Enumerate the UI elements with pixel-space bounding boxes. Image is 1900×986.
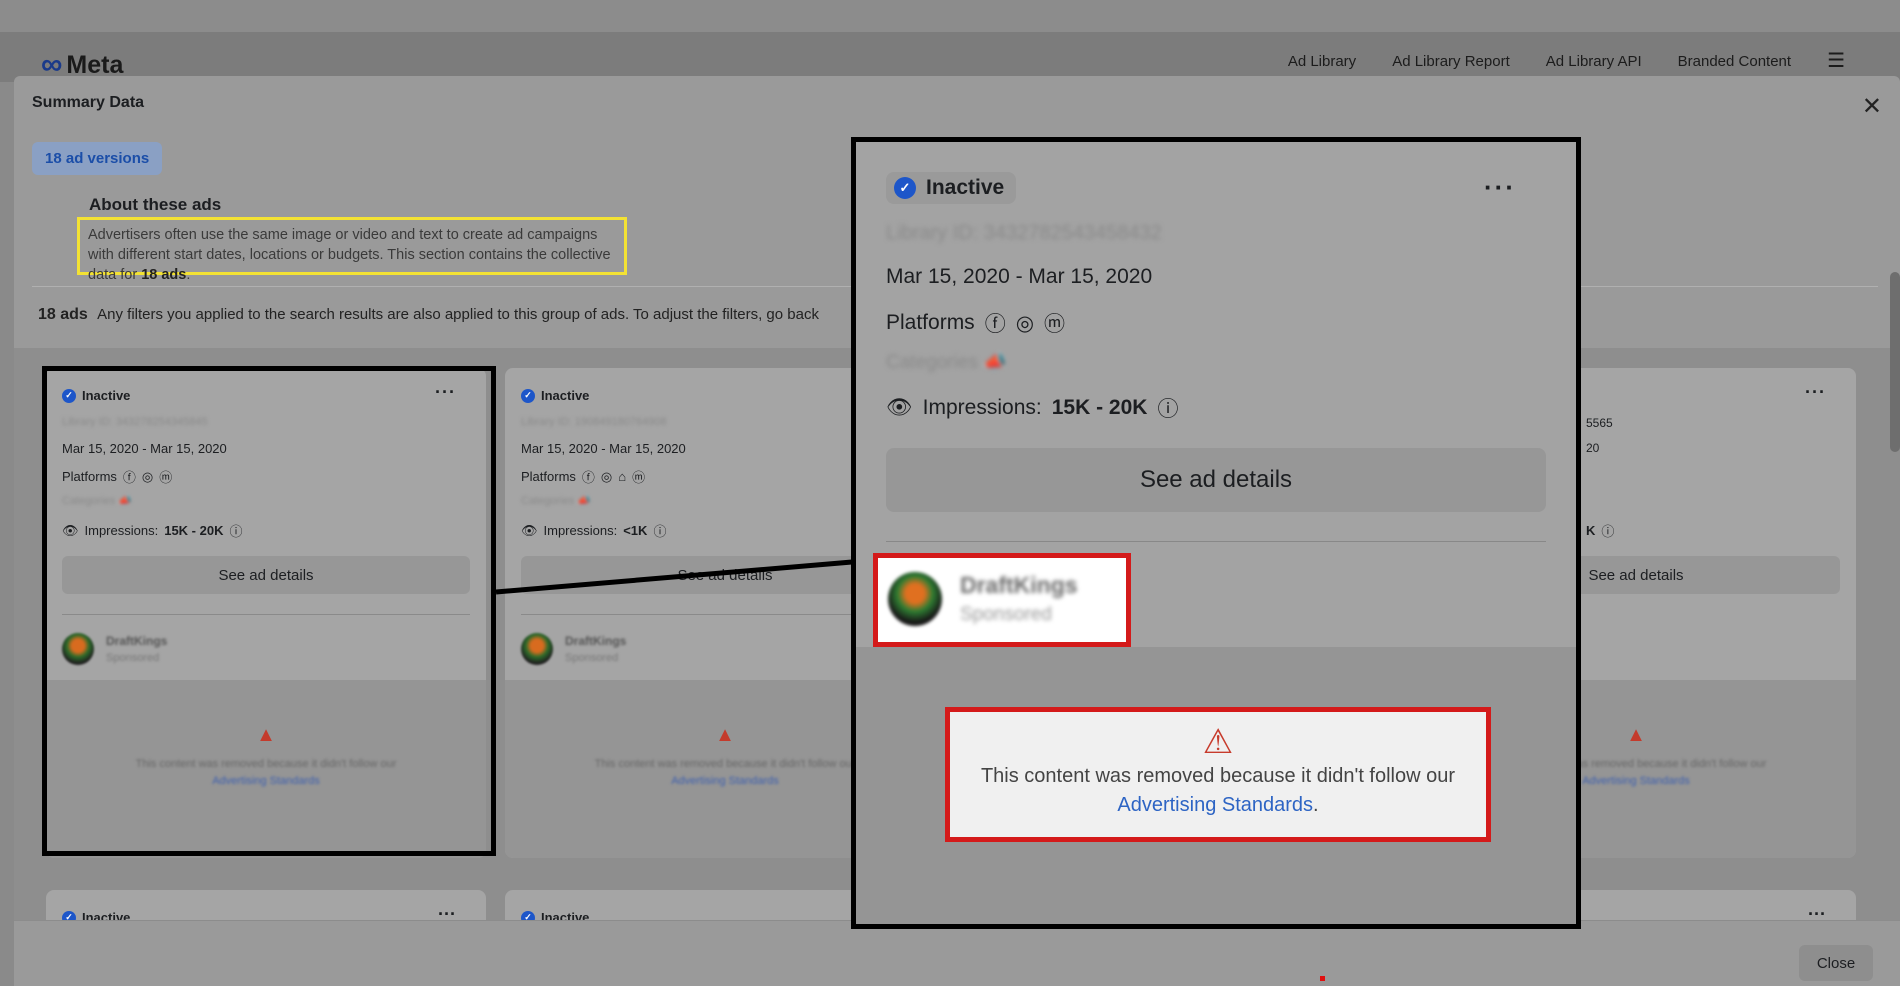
eye-icon: 👁 <box>886 396 913 419</box>
more-options-icon[interactable]: ··· <box>1484 172 1516 203</box>
impressions-row: 👁 Impressions: <1K ⓘ <box>521 521 666 540</box>
impressions-label: Impressions: <box>543 523 618 538</box>
more-options-icon[interactable]: ··· <box>1805 382 1826 403</box>
check-icon: ✓ <box>521 388 535 403</box>
divider <box>886 541 1546 542</box>
status-label: Inactive <box>541 388 590 403</box>
hamburger-menu-icon[interactable]: ☰ <box>1827 51 1845 71</box>
date-range: 20 <box>1586 441 1600 455</box>
zoomed-ad-card: ✓ Inactive ··· Library ID: 34327825434584… <box>851 137 1581 929</box>
megaphone-icon: 📣 <box>983 352 1007 373</box>
platforms-row: Platforms ⓕ ◎ ⌂ ⓜ <box>521 467 645 486</box>
sponsored-label: Sponsored <box>960 604 1052 625</box>
categories-label: Categories <box>886 352 978 373</box>
close-button[interactable]: Close <box>1799 945 1873 981</box>
info-icon[interactable]: ⓘ <box>653 521 666 540</box>
date-range: Mar 15, 2020 - Mar 15, 2020 <box>886 265 1153 288</box>
impressions-row: Kⓘ <box>1586 521 1614 540</box>
see-ad-details-button[interactable]: See ad details <box>886 448 1546 512</box>
about-text-highlight: Advertisers often use the same image or … <box>77 217 627 283</box>
advertiser-name[interactable]: DraftKings <box>565 634 626 648</box>
impressions-value: K <box>1586 523 1596 538</box>
advertising-standards-link[interactable]: Advertising Standards <box>1117 794 1313 816</box>
status-label: Inactive <box>926 176 1005 199</box>
platforms-row: Platforms ⓕ ◎ ⓜ <box>886 308 1065 338</box>
library-id: Library ID: 190849180764908 <box>521 416 667 428</box>
modal-title: Summary Data <box>32 94 145 111</box>
megaphone-icon: 📣 <box>577 495 591 507</box>
check-icon: ✓ <box>894 177 916 199</box>
removed-period: . <box>1313 794 1319 816</box>
cursor-marker <box>1320 976 1325 981</box>
advertiser-avatar[interactable] <box>521 633 553 665</box>
browser-top-band <box>0 0 1900 32</box>
modal-footer <box>14 920 1900 986</box>
advertiser-highlight: DraftKings Sponsored <box>873 553 1131 647</box>
impressions-label: Impressions: <box>922 396 1042 419</box>
impressions-value: <1K <box>623 523 648 538</box>
ads-filter-note: Any filters you applied to the search re… <box>97 306 819 323</box>
messenger-icon: ⓜ <box>1044 313 1066 336</box>
nav-ad-library-report[interactable]: Ad Library Report <box>1392 53 1510 70</box>
about-count: 18 ads <box>141 267 187 283</box>
library-id: Library ID: 3432782543458432 <box>886 222 1162 244</box>
info-icon[interactable]: ⓘ <box>1157 393 1178 423</box>
removed-notice: This content was removed because it didn… <box>950 762 1486 820</box>
categories-row: Categories 📣 <box>886 350 1007 374</box>
highlight-outline <box>42 366 496 856</box>
advertising-standards-link[interactable]: Advertising Standards <box>1582 775 1690 787</box>
nav-branded-content[interactable]: Branded Content <box>1678 53 1791 70</box>
categories-label: Categories <box>521 495 575 507</box>
messenger-icon: ⓜ <box>632 470 646 485</box>
about-title: About these ads <box>89 195 222 214</box>
instagram-icon: ◎ <box>600 468 613 484</box>
facebook-icon: ⓕ <box>984 313 1006 336</box>
eye-icon: 👁 <box>521 522 538 538</box>
advertiser-avatar[interactable] <box>888 572 942 626</box>
platforms-label: Platforms <box>886 311 975 334</box>
categories-row: Categories 📣 <box>521 494 591 507</box>
nav-ad-library[interactable]: Ad Library <box>1288 53 1356 70</box>
impressions-value: 15K - 20K <box>1051 396 1148 419</box>
ads-count-line: 18 ads Any filters you applied to the se… <box>38 306 819 324</box>
close-icon[interactable]: ✕ <box>1862 92 1882 121</box>
library-id: 5565 <box>1586 416 1613 430</box>
removed-text: This content was removed because it didn… <box>594 758 856 770</box>
ads-count: 18 ads <box>38 306 88 323</box>
platforms-label: Platforms <box>521 469 576 484</box>
warning-icon: ⚠ <box>1202 723 1234 761</box>
ad-versions-tab[interactable]: 18 ad versions <box>32 142 163 175</box>
advertising-standards-link[interactable]: Advertising Standards <box>671 775 779 787</box>
audience-network-icon: ⌂ <box>618 469 627 484</box>
status-badge: ✓ Inactive <box>886 172 1017 204</box>
nav-ad-library-api[interactable]: Ad Library API <box>1546 53 1642 70</box>
date-range: Mar 15, 2020 - Mar 15, 2020 <box>521 441 686 456</box>
instagram-icon: ◎ <box>1015 311 1035 335</box>
removed-notice-highlight: ⚠ This content was removed because it di… <box>945 707 1491 842</box>
scrollbar[interactable] <box>1890 272 1900 452</box>
facebook-icon: ⓕ <box>581 470 595 485</box>
impressions-row: 👁 Impressions: 15K - 20K ⓘ <box>886 393 1178 423</box>
advertiser-name[interactable]: DraftKings <box>960 572 1078 599</box>
top-nav: Ad Library Ad Library Report Ad Library … <box>1288 51 1845 71</box>
info-icon[interactable]: ⓘ <box>1601 521 1614 540</box>
status-badge: ✓ Inactive <box>521 388 589 403</box>
sponsored-label: Sponsored <box>565 652 619 664</box>
removed-text: This content was removed because it didn… <box>980 765 1456 787</box>
